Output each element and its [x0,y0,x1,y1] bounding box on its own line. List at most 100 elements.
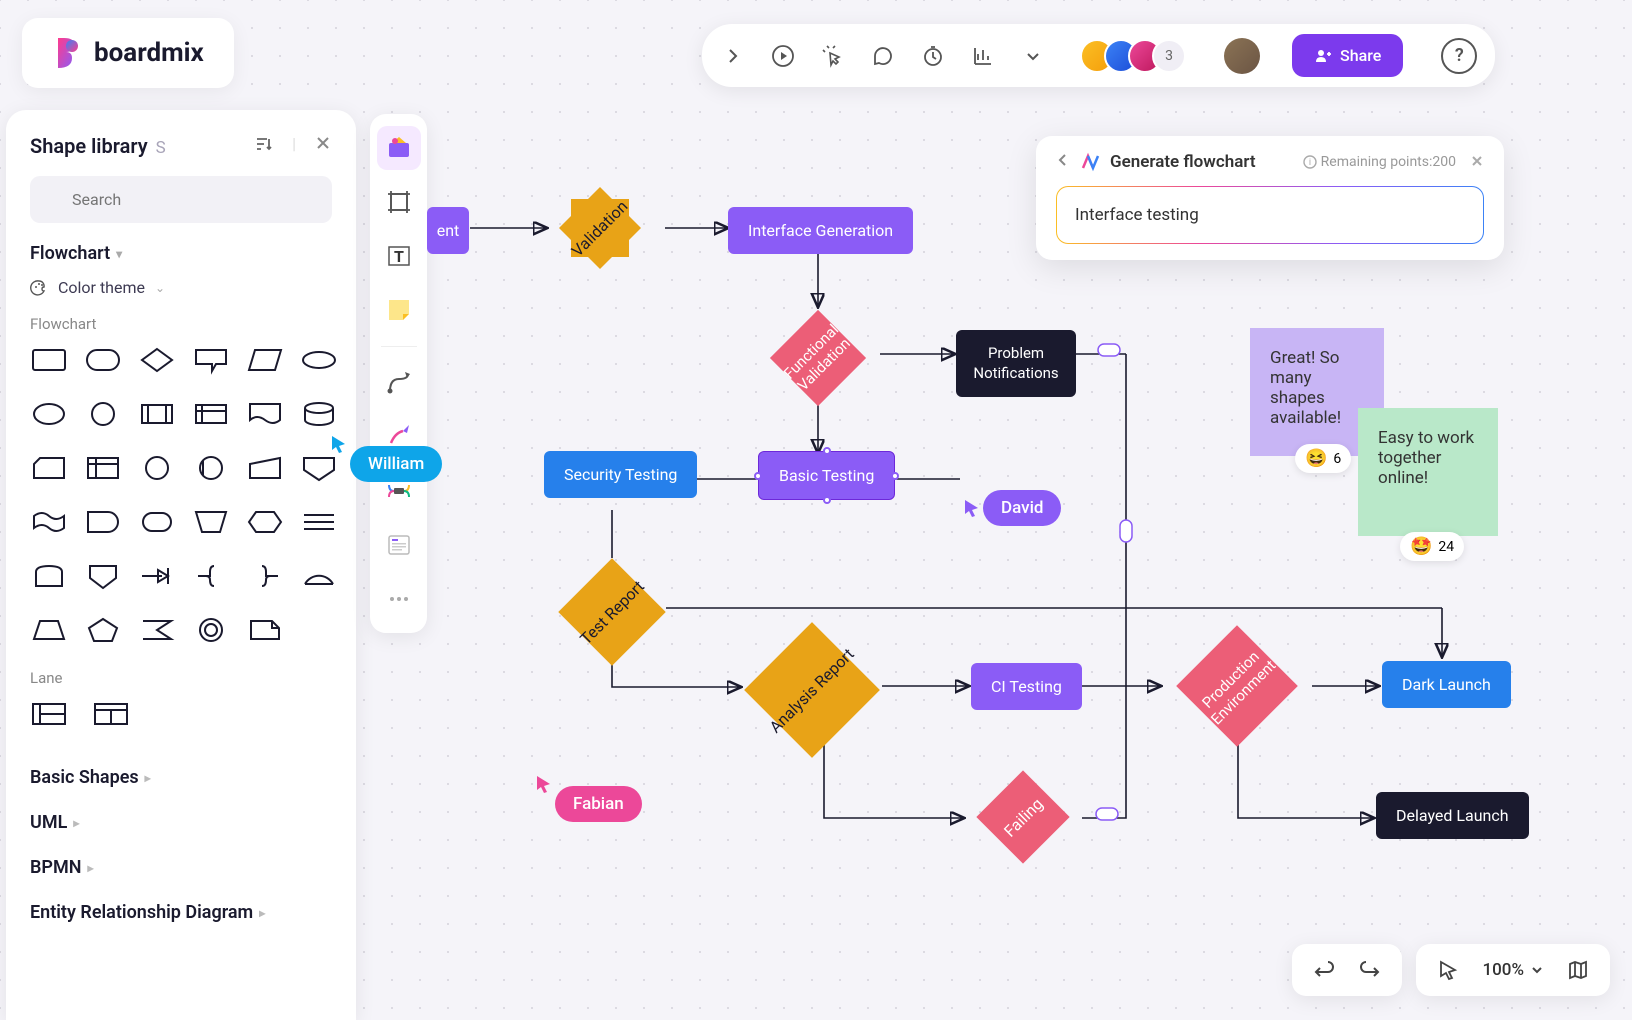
sort-icon[interactable] [254,134,274,158]
shape-lane-vertical[interactable] [92,699,130,729]
shape-bracket-left[interactable] [246,561,284,591]
node-dark-launch[interactable]: Dark Launch [1382,661,1511,708]
shape-diamond[interactable] [138,345,176,375]
close-icon[interactable] [1470,153,1484,172]
tool-template[interactable] [377,523,421,567]
chevron-down-icon: ⌄ [155,281,165,295]
shape-card[interactable] [30,453,68,483]
shape-tape[interactable] [30,507,68,537]
avatar-overflow-count[interactable]: 3 [1152,39,1186,73]
shape-delay[interactable] [84,507,122,537]
category-bpmn[interactable]: BPMN▸ [30,845,332,890]
help-button[interactable]: ? [1441,38,1477,74]
shape-predefined[interactable] [138,399,176,429]
map-view-button[interactable] [1566,958,1590,982]
shape-arc[interactable] [300,561,338,591]
sticky-note-2[interactable]: Easy to work together online! [1358,408,1498,536]
shape-trapezoid[interactable] [30,615,68,645]
shape-stack[interactable] [300,507,338,537]
tool-shapes[interactable] [377,126,421,170]
node-ent[interactable]: ent [427,207,469,254]
shape-ellipse[interactable] [30,399,68,429]
shape-merge-arrow[interactable] [138,561,176,591]
shape-note[interactable] [246,615,284,645]
shape-library-title: Shape library [30,134,148,158]
tool-sticky[interactable] [377,288,421,332]
shape-terminator[interactable] [300,345,338,375]
logo-icon [52,36,82,70]
shape-rectangle[interactable] [30,345,68,375]
shape-circle[interactable] [84,399,122,429]
tool-text[interactable]: T [377,234,421,278]
tool-connector[interactable] [377,361,421,405]
undo-button[interactable] [1312,958,1336,982]
chevron-right-icon[interactable] [720,43,746,69]
category-basic-shapes[interactable]: Basic Shapes▸ [30,755,332,800]
shape-bracket-right[interactable] [192,561,230,591]
comment-icon[interactable] [870,43,896,69]
tool-frame[interactable] [377,180,421,224]
zoom-control[interactable]: 100% [1482,960,1544,980]
shape-rounded-rect[interactable] [84,345,122,375]
shape-double-circle[interactable] [192,615,230,645]
node-security-testing[interactable]: Security Testing [544,451,697,498]
node-test-report[interactable]: Test Report [558,558,666,666]
shape-offpage[interactable] [300,453,338,483]
section-flowchart[interactable]: Flowchart ▾ [30,243,332,264]
shape-shield[interactable] [84,561,122,591]
collaborator-avatars[interactable]: 3 [1080,39,1186,73]
shape-sum-junction[interactable] [138,615,176,645]
category-uml[interactable]: UML▸ [30,800,332,845]
node-functional-validation[interactable]: Functional Validation [770,310,865,405]
pointer-tool[interactable] [1436,958,1460,982]
close-icon[interactable] [314,134,332,158]
sticky-reaction-1[interactable]: 😆6 [1295,444,1351,473]
category-entity-relationship[interactable]: Entity Relationship Diagram▸ [30,890,332,935]
shape-database[interactable] [300,399,338,429]
shape-offscreen[interactable] [30,561,68,591]
cursor-william: William [334,406,442,482]
back-icon[interactable] [1056,152,1070,172]
node-failing[interactable]: Failing [976,770,1071,865]
tool-more[interactable] [377,577,421,621]
search-input[interactable] [30,176,332,223]
chevron-down-icon[interactable] [1020,43,1046,69]
shape-lane-horizontal[interactable] [30,699,68,729]
chart-icon[interactable] [970,43,996,69]
shape-hexagon[interactable] [246,507,284,537]
shape-document[interactable] [246,399,284,429]
shape-internal-storage[interactable] [192,399,230,429]
shape-pentagon[interactable] [84,615,122,645]
shape-manual-input[interactable] [246,453,284,483]
shape-table[interactable] [84,453,122,483]
cursor-fabian: Fabian [539,786,642,822]
ai-title: Generate flowchart [1110,152,1256,172]
shape-connector[interactable] [138,453,176,483]
share-label: Share [1340,46,1381,65]
share-button[interactable]: Share [1292,34,1403,77]
node-ci-testing[interactable]: CI Testing [971,663,1082,710]
timer-icon[interactable] [920,43,946,69]
play-icon[interactable] [770,43,796,69]
redo-button[interactable] [1358,958,1382,982]
bottom-controls: 100% [1292,944,1610,996]
node-basic-testing[interactable]: Basic Testing [758,451,895,500]
node-problem-notifications[interactable]: Problem Notifications [956,330,1076,397]
cursor-david: David [963,490,1061,526]
current-user-avatar[interactable] [1224,38,1260,74]
node-interface-generation[interactable]: Interface Generation [728,207,913,254]
node-production-env[interactable]: Production Environment [1162,626,1312,746]
shape-display[interactable] [138,507,176,537]
node-validation[interactable]: Validation [571,199,629,257]
shape-callout[interactable] [192,345,230,375]
node-delayed-launch[interactable]: Delayed Launch [1376,792,1529,839]
click-icon[interactable] [820,43,846,69]
shape-parallelogram[interactable] [246,345,284,375]
shape-or[interactable] [192,453,230,483]
ai-input[interactable] [1059,189,1481,241]
logo-card[interactable]: boardmix [22,18,234,88]
shape-manual-op[interactable] [192,507,230,537]
sticky-reaction-2[interactable]: 🤩24 [1400,532,1464,561]
color-theme-button[interactable]: Color theme ⌄ [30,278,332,297]
node-analysis-report[interactable]: Analysis Report [742,620,882,760]
